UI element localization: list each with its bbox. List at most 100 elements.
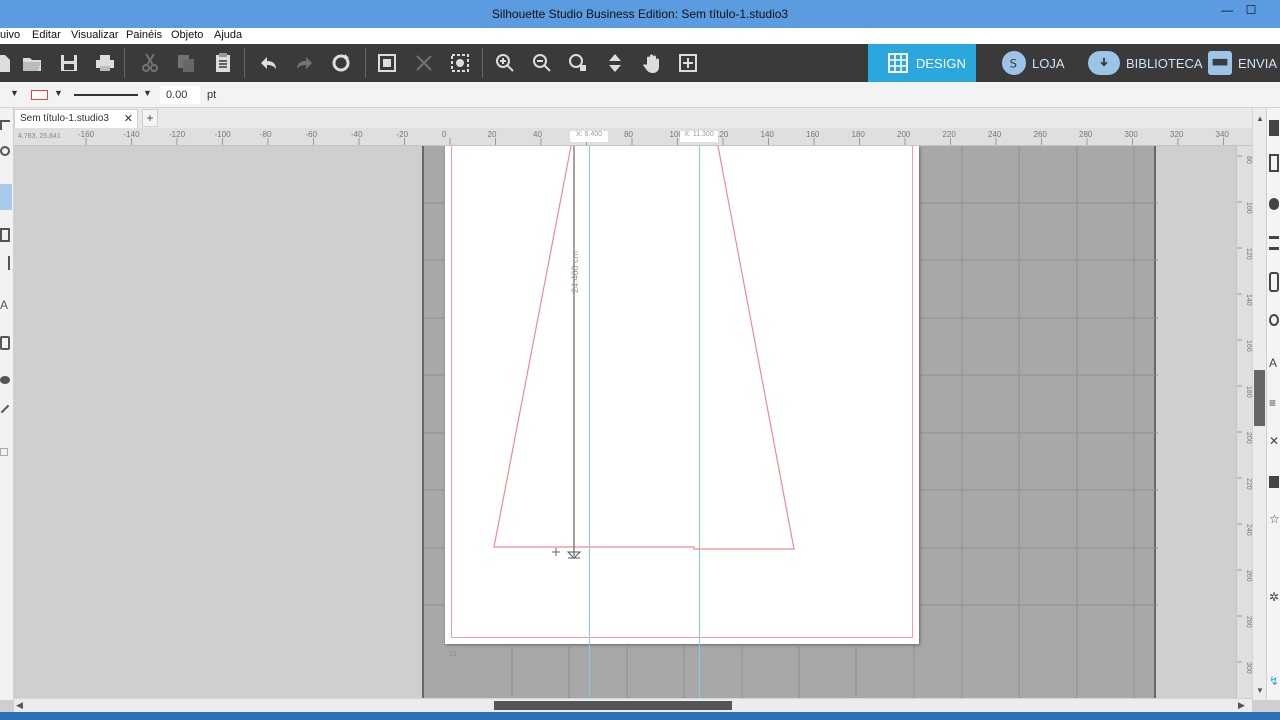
tab-design-label: DESIGN: [916, 55, 966, 71]
store-panel-icon[interactable]: [1269, 198, 1279, 210]
modify-panel-icon[interactable]: [1269, 476, 1279, 488]
fill-tool-icon[interactable]: [0, 336, 10, 350]
trace-panel-icon[interactable]: ✕: [1269, 434, 1279, 448]
horizontal-scroll-thumb[interactable]: [494, 701, 732, 710]
line-width-unit: pt: [207, 89, 217, 101]
polygon-tool-icon[interactable]: [0, 256, 10, 270]
transform-panel-icon[interactable]: [1269, 314, 1279, 326]
send-panel-icon[interactable]: ↯: [1269, 674, 1279, 688]
scroll-right-icon[interactable]: ▶: [1238, 700, 1245, 711]
tab-library-label: BIBLIOTECA: [1126, 55, 1203, 71]
trapezoid-shape[interactable]: [14, 146, 1236, 698]
star-panel-icon[interactable]: ☆: [1269, 512, 1280, 526]
select-all-icon[interactable]: [446, 50, 474, 76]
scroll-down-icon[interactable]: ▼: [1256, 686, 1264, 695]
chevron-down-icon[interactable]: ▼: [143, 88, 152, 98]
menu-help[interactable]: Ajuda: [214, 29, 242, 41]
hruler-tick-label: 340: [1216, 130, 1230, 139]
hruler-tick-label: -120: [169, 130, 186, 139]
vruler-tick-label: 300: [1245, 662, 1252, 674]
eraser-tool-icon[interactable]: [0, 376, 10, 384]
line-tool-icon[interactable]: [0, 184, 12, 210]
chevron-down-icon[interactable]: ▼: [54, 88, 63, 98]
menu-edit[interactable]: Editar: [32, 29, 61, 41]
hruler-tick-label: 300: [1125, 130, 1139, 139]
hruler-tick-label: 80: [624, 130, 633, 139]
redo-icon[interactable]: [291, 50, 319, 76]
horizontal-scrollbar[interactable]: ◀ ▶: [14, 698, 1252, 712]
tab-design[interactable]: DESIGN: [868, 44, 976, 82]
vruler-tick-label: 120: [1245, 248, 1252, 260]
cloud-download-icon: [1088, 51, 1120, 75]
tab-store-label: LOJA: [1032, 55, 1065, 71]
hruler-tick-label: -80: [260, 130, 272, 139]
copy-icon[interactable]: [172, 50, 200, 76]
redraw-icon[interactable]: [327, 50, 355, 76]
save-icon[interactable]: [55, 50, 83, 76]
knife-tool-icon[interactable]: [0, 404, 10, 414]
line-style-preview[interactable]: [74, 94, 138, 96]
select-tool-icon[interactable]: [0, 120, 10, 130]
ungroup-icon[interactable]: [410, 50, 438, 76]
open-folder-icon[interactable]: [18, 50, 46, 76]
group-icon[interactable]: [373, 50, 401, 76]
undo-icon[interactable]: [254, 50, 282, 76]
taskbar: [0, 712, 1280, 720]
menu-file[interactable]: uivo: [0, 29, 20, 41]
maximize-button[interactable]: ☐: [1238, 0, 1264, 22]
print-icon[interactable]: [91, 50, 119, 76]
add-tab-button[interactable]: +: [142, 109, 158, 127]
fill-color-swatch[interactable]: [31, 90, 48, 100]
eyedropper-tool-icon[interactable]: [0, 448, 8, 456]
rectangle-tool-icon[interactable]: [0, 228, 10, 242]
dimension-label: 24.460 cm: [570, 250, 580, 294]
vruler-tick-label: 100: [1245, 202, 1252, 214]
pan-hand-icon[interactable]: [638, 50, 666, 76]
hruler-tick-label: 0: [442, 130, 447, 139]
offset-panel-icon[interactable]: ≡: [1269, 396, 1276, 410]
library-panel-icon[interactable]: [1269, 154, 1279, 172]
hruler-tick-label: 240: [988, 130, 1002, 139]
chevron-down-icon[interactable]: ▼: [10, 88, 19, 98]
menu-panels[interactable]: Painéis: [126, 29, 162, 41]
settings-panel-icon[interactable]: ✲: [1269, 590, 1279, 604]
menu-object[interactable]: Objeto: [171, 29, 203, 41]
guide-marker-1[interactable]: X: 6.400: [570, 131, 608, 142]
tab-document-label: Sem título-1.studio3: [20, 113, 109, 124]
tab-send[interactable]: ENVIA: [1208, 44, 1277, 82]
svg-text:S: S: [1010, 56, 1017, 70]
scroll-left-icon[interactable]: ◀: [16, 700, 23, 711]
point-edit-icon[interactable]: [0, 146, 10, 156]
vruler-tick-label: 180: [1245, 386, 1252, 398]
design-canvas[interactable]: 12 24.460 cm: [14, 146, 1236, 698]
vertical-scroll-thumb[interactable]: [1254, 370, 1265, 426]
paste-icon[interactable]: [209, 50, 237, 76]
close-icon[interactable]: ✕: [124, 112, 133, 125]
cut-icon[interactable]: [136, 50, 164, 76]
replicate-panel-icon[interactable]: [1269, 272, 1279, 292]
zoom-select-icon[interactable]: [564, 50, 592, 76]
tab-store[interactable]: S LOJA: [1002, 44, 1065, 82]
hruler-tick-label: -60: [306, 130, 318, 139]
zoom-out-icon[interactable]: [528, 50, 556, 76]
dimension-label-wrap: 24.460 cm: [555, 250, 595, 294]
text-tool-icon[interactable]: A: [0, 298, 8, 312]
line-width-field[interactable]: 0.00: [160, 86, 200, 104]
minimize-button[interactable]: —: [1214, 0, 1240, 22]
new-document-icon[interactable]: [0, 50, 16, 76]
hruler-tick-label: 280: [1079, 130, 1093, 139]
vertical-scrollbar[interactable]: ▲ ▼: [1252, 108, 1266, 700]
add-page-icon[interactable]: [674, 50, 702, 76]
hruler-tick-label: 180: [852, 130, 866, 139]
tab-document[interactable]: Sem título-1.studio3 ✕: [14, 109, 138, 128]
horizontal-ruler-ticks: -160-140-120-100-80-60-40-20020406080100…: [78, 130, 1230, 145]
fit-to-page-icon[interactable]: [601, 50, 629, 76]
text-panel-icon[interactable]: A: [1269, 356, 1277, 370]
guide-marker-2[interactable]: X: 11.300: [680, 131, 718, 142]
menu-view[interactable]: Visualizar: [71, 29, 119, 41]
tab-library[interactable]: BIBLIOTECA: [1088, 44, 1203, 82]
align-panel-icon[interactable]: [1269, 236, 1279, 250]
page-setup-icon[interactable]: [1269, 120, 1279, 136]
scroll-up-icon[interactable]: ▲: [1256, 114, 1264, 123]
zoom-in-icon[interactable]: [491, 50, 519, 76]
